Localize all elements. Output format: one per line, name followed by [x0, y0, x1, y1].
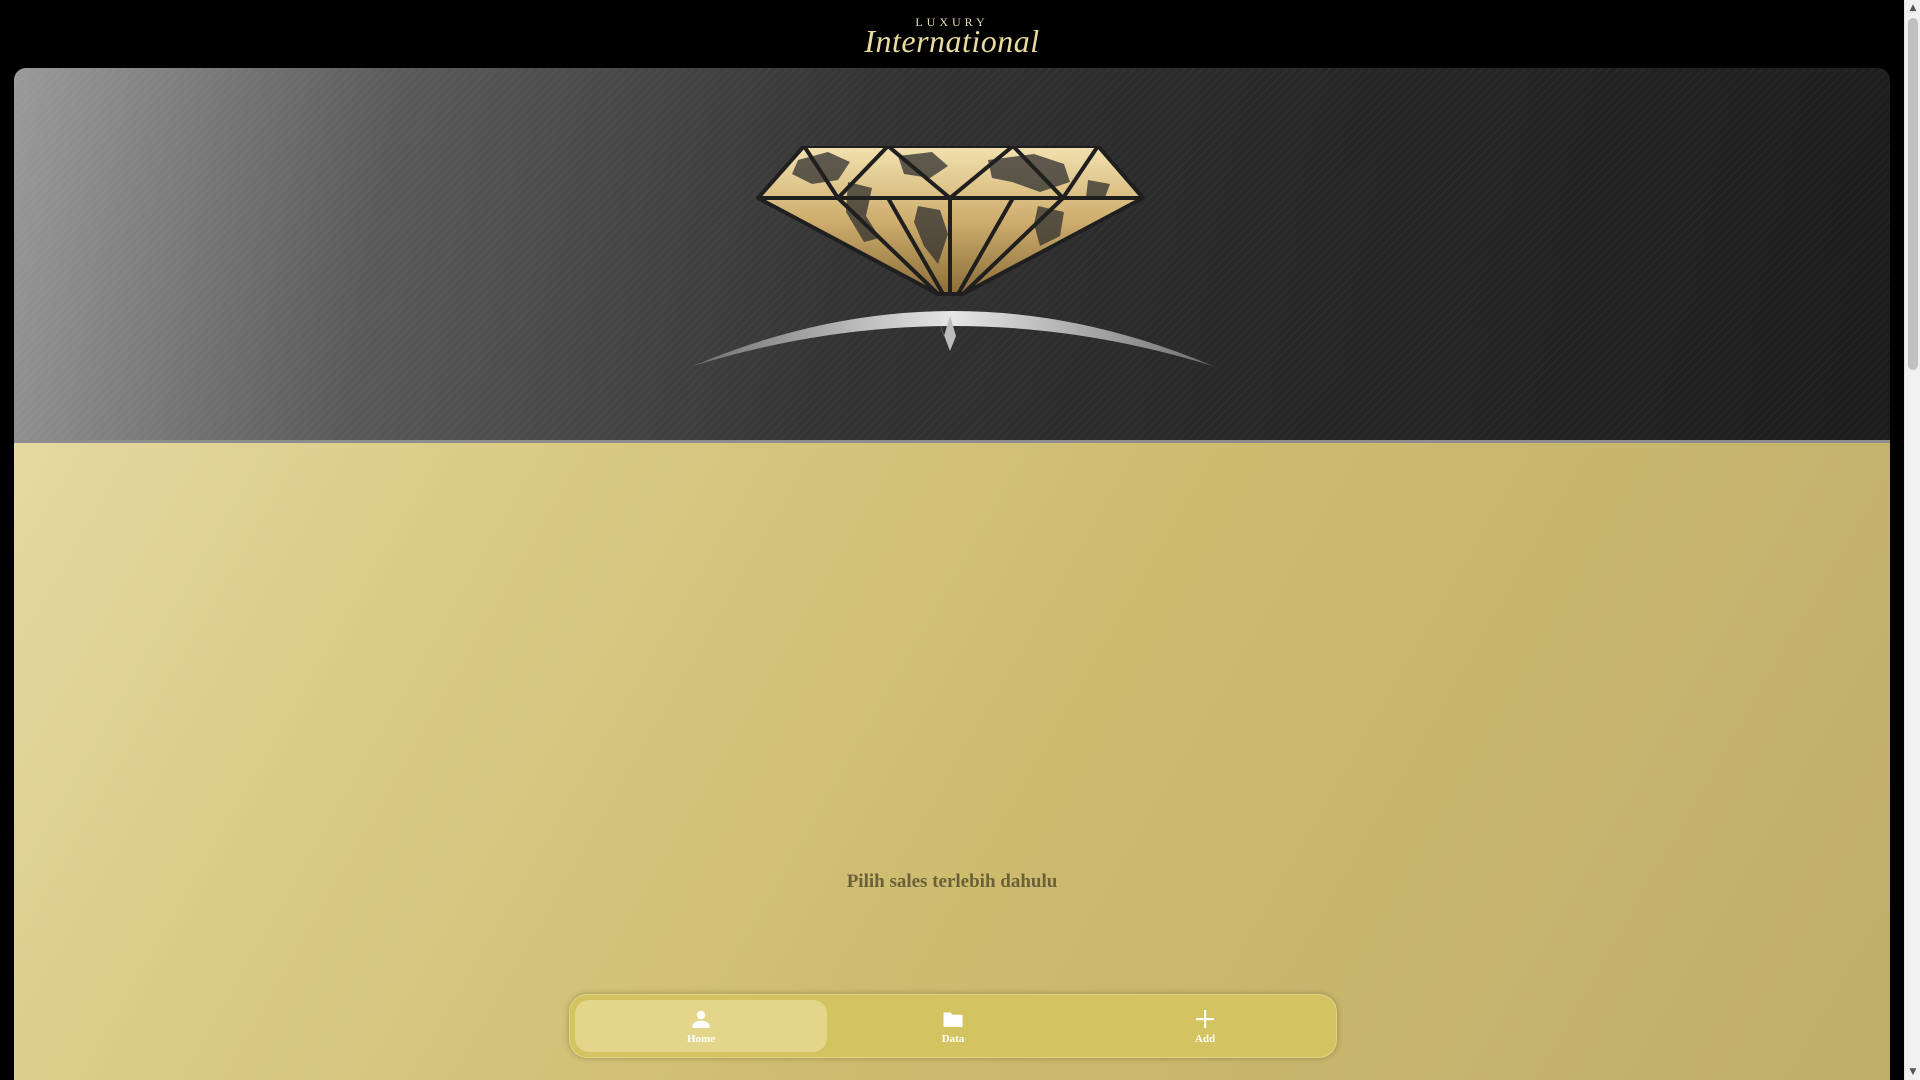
- diamond-globe-logo: [693, 146, 1213, 366]
- folder-icon: [943, 1012, 963, 1027]
- scroll-up-arrow-icon[interactable]: ▲: [1905, 0, 1920, 16]
- nav-add[interactable]: Add: [1079, 1000, 1331, 1052]
- brand-main-text: International: [864, 23, 1040, 59]
- select-sales-prompt: Pilih sales terlebih dahulu: [846, 871, 1058, 892]
- hero-banner: [14, 68, 1890, 443]
- nav-home-label: Home: [686, 1033, 716, 1045]
- main-panel: Pilih sales terlebih dahulu Home Data Ad…: [14, 68, 1890, 1080]
- top-bar: LUXURY International: [0, 0, 1904, 68]
- scroll-thumb[interactable]: [1908, 18, 1918, 370]
- plus-icon: [1196, 1010, 1214, 1028]
- bottom-navigation: Home Data Add: [569, 994, 1337, 1058]
- person-icon: [692, 1010, 710, 1028]
- nav-add-label: Add: [1194, 1033, 1216, 1045]
- vertical-scrollbar[interactable]: ▲ ▼: [1904, 0, 1920, 1080]
- brand-logo[interactable]: LUXURY International: [862, 14, 1042, 59]
- nav-data[interactable]: Data: [827, 1000, 1079, 1052]
- nav-data-label: Data: [941, 1033, 965, 1045]
- content-area: Pilih sales terlebih dahulu Home Data Ad…: [14, 443, 1890, 1080]
- scroll-down-arrow-icon[interactable]: ▼: [1905, 1064, 1920, 1080]
- nav-home[interactable]: Home: [575, 1000, 827, 1052]
